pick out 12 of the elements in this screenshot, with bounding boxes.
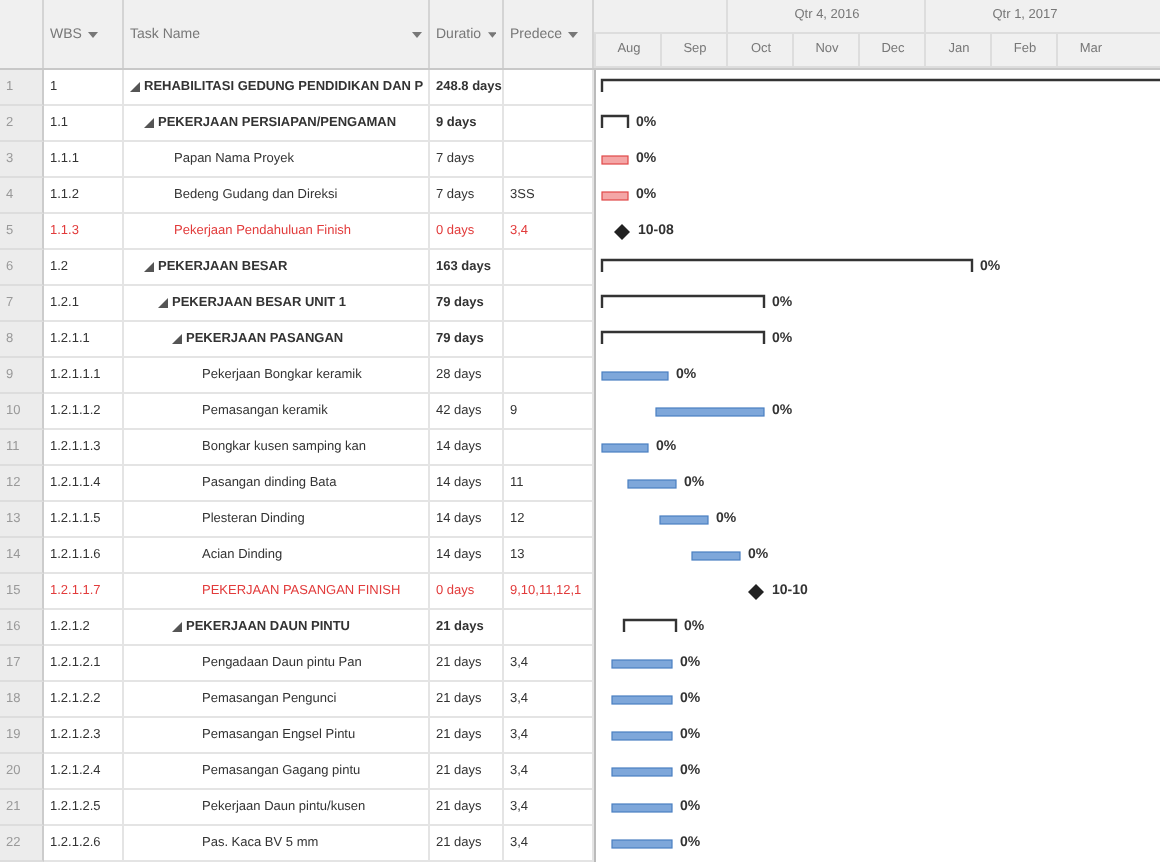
dropdown-icon[interactable] (487, 31, 496, 37)
collapse-icon[interactable] (172, 334, 182, 344)
summary-bar (600, 114, 630, 128)
collapse-icon[interactable] (130, 82, 140, 92)
summary-bar (622, 618, 678, 632)
collapse-icon[interactable] (144, 262, 154, 272)
collapse-icon[interactable] (144, 118, 154, 128)
dropdown-icon[interactable] (412, 31, 422, 37)
collapse-icon[interactable] (172, 622, 182, 632)
dropdown-icon[interactable] (87, 31, 98, 37)
dropdown-icon[interactable] (568, 31, 579, 37)
collapse-icon[interactable] (158, 298, 168, 308)
